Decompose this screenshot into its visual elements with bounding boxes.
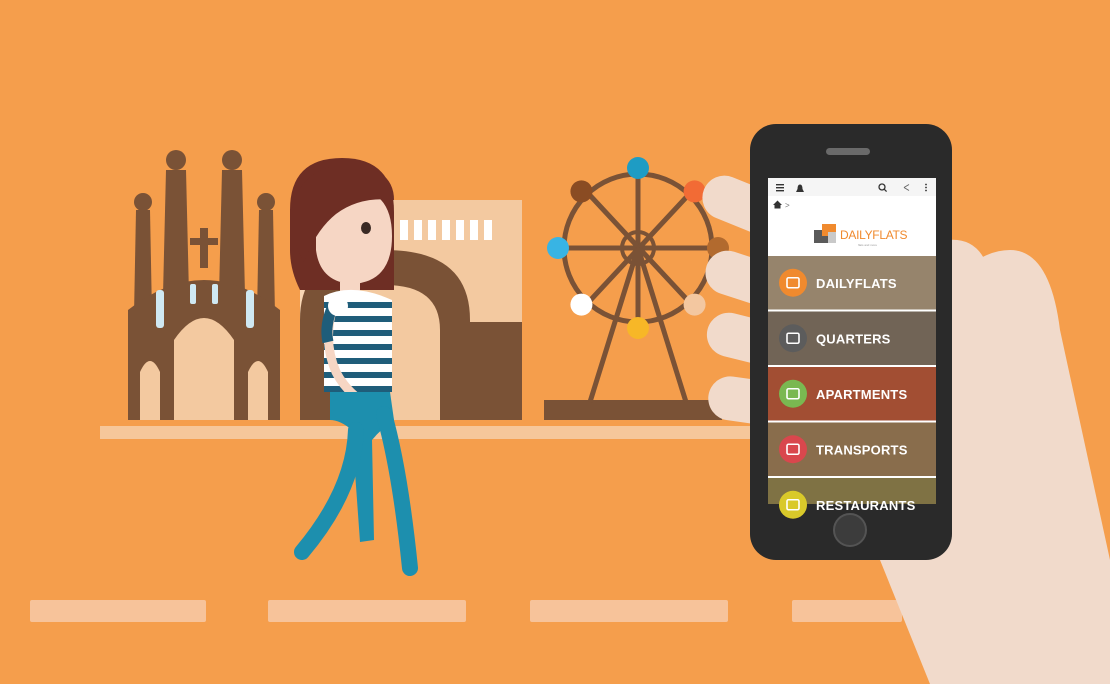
more-vertical-icon[interactable] — [925, 183, 927, 192]
hamburger-menu-icon[interactable] — [776, 184, 784, 192]
gondola — [683, 180, 706, 203]
menu-item-quarters[interactable]: QUARTERS — [768, 311, 936, 366]
dailyflats-illustration: > DAILYFLATS flats and more DAILYFLATS QU… — [0, 0, 1110, 684]
menu-item-restaurants[interactable]: RESTAURANTS — [768, 478, 936, 519]
gondola — [627, 317, 649, 339]
menu-item-label: TRANSPORTS — [816, 442, 908, 457]
app-action-bar — [768, 178, 936, 196]
menu-item-dailyflats[interactable]: DAILYFLATS — [768, 256, 936, 310]
smartphone: > DAILYFLATS flats and more DAILYFLATS QU… — [750, 124, 952, 560]
gondola — [570, 293, 593, 316]
bus-icon — [779, 435, 807, 464]
gondola — [570, 180, 593, 203]
apartment-building-icon — [779, 379, 807, 408]
menu-item-transports[interactable]: TRANSPORTS — [768, 422, 936, 477]
gondola — [547, 237, 569, 259]
gondola — [627, 157, 649, 179]
menu-item-label: DAILYFLATS — [816, 276, 897, 291]
ground-shelf — [100, 426, 760, 439]
menu-item-apartments[interactable]: APARTMENTS — [768, 367, 936, 421]
menu-item-label: RESTAURANTS — [816, 498, 916, 513]
app-menu-list: DAILYFLATS QUARTERS APARTMENTS TRANSPORTS RE… — [768, 256, 936, 519]
gondola — [683, 293, 706, 316]
logo-tagline: flats and more — [858, 243, 877, 247]
cutlery-icon — [779, 490, 807, 519]
menu-item-label: APARTMENTS — [816, 387, 907, 402]
map-tiles-icon — [779, 324, 807, 353]
logo-wordmark: DAILYFLATS — [840, 228, 908, 242]
building-blocks-icon — [779, 268, 807, 297]
breadcrumb-separator: > — [785, 201, 790, 210]
menu-item-label: QUARTERS — [816, 331, 891, 346]
